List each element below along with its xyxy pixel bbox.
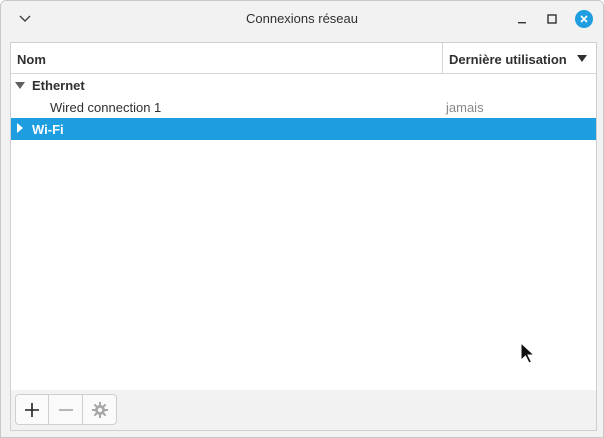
maximize-icon [547,14,557,24]
group-row-wifi[interactable]: Wi-Fi [11,118,596,140]
remove-connection-button[interactable] [49,394,83,425]
edit-connection-button[interactable] [83,394,117,425]
sort-descending-icon[interactable] [577,55,587,62]
bottom-toolbar [10,390,597,431]
minimize-icon [518,22,526,24]
close-button[interactable] [574,9,594,29]
group-label: Wi-Fi [32,122,64,137]
minimize-button[interactable] [512,9,532,29]
plus-icon [25,402,39,417]
expander-expanded-icon[interactable] [15,82,25,89]
gear-icon [91,401,108,418]
mouse-pointer-icon [520,342,536,364]
maximize-button[interactable] [542,9,562,29]
connections-tree[interactable]: Nom Dernière utilisation Ethernet Wired … [10,42,597,391]
connection-last-used: jamais [446,100,484,115]
column-header-last-used[interactable]: Dernière utilisation [449,52,567,67]
network-connections-window: Connexions réseau Nom Dernière utilisati… [0,0,604,438]
expander-collapsed-icon[interactable] [17,123,23,133]
add-connection-button[interactable] [15,394,49,425]
column-divider [442,43,443,73]
minus-icon [58,408,73,411]
group-row-ethernet[interactable]: Ethernet [11,74,596,96]
connection-name: Wired connection 1 [50,100,162,115]
column-header-name[interactable]: Nom [17,52,46,67]
close-icon [575,10,593,28]
table-header: Nom Dernière utilisation [11,43,596,74]
group-label: Ethernet [32,78,85,93]
connection-row[interactable]: Wired connection 1 jamais [11,96,596,118]
titlebar: Connexions réseau [1,1,603,37]
